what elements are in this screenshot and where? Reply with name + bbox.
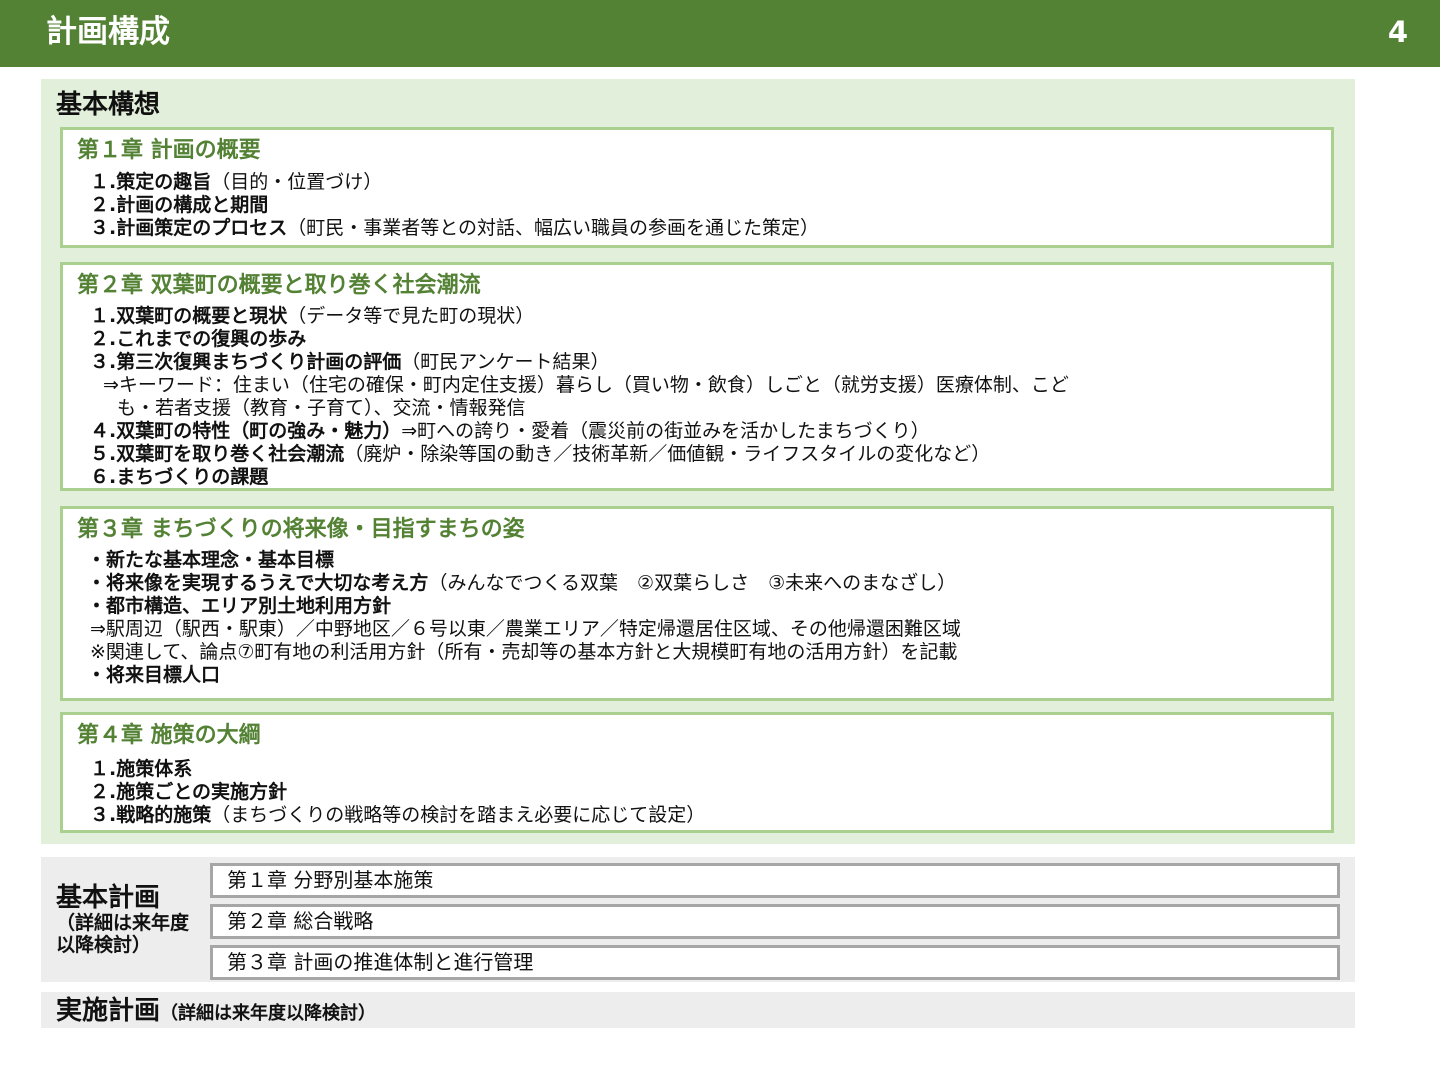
- basic-plan-chapter-1: 第１章 分野別基本施策: [210, 863, 1340, 898]
- list-item: ４.双葉町の特性（町の強み・魅力）⇒町への誇り・愛着（震災前の街並みを活かしたま…: [90, 420, 930, 442]
- chapter-4-box: 第４章 施策の大綱 １.施策体系 ２.施策ごとの実施方針 ３.戦略的施策（まちづ…: [60, 712, 1334, 833]
- list-item: １.策定の趣旨（目的・位置づけ）: [90, 171, 383, 193]
- list-item: ２.施策ごとの実施方針: [90, 781, 288, 803]
- list-item: ２.これまでの復興の歩み: [90, 328, 307, 350]
- implementation-plan-title: 実施計画（詳細は来年度以降検討）: [56, 996, 377, 1026]
- basic-plan-chapter-2: 第２章 総合戦略: [210, 904, 1340, 939]
- header-bar: 計画構成 4: [0, 0, 1440, 67]
- list-item: ２.計画の構成と期間: [90, 194, 269, 216]
- chapter-1-box: 第１章 計画の概要 １.策定の趣旨（目的・位置づけ） ２.計画の構成と期間 ３.…: [60, 127, 1334, 248]
- area-line: ⇒駅周辺（駅西・駅東）／中野地区／６号以東／農業エリア／特定帰還居住区域、その他…: [90, 618, 961, 640]
- list-item: １.施策体系: [90, 758, 193, 780]
- basic-plan-subtitle: （詳細は来年度 以降検討）: [56, 912, 190, 956]
- list-item: ３.計画策定のプロセス（町民・事業者等との対話、幅広い職員の参画を通じた策定）: [90, 217, 820, 239]
- chapter-2-title: 第２章 双葉町の概要と取り巻く社会潮流: [77, 273, 481, 298]
- basic-plan-chapter-3: 第３章 計画の推進体制と進行管理: [210, 945, 1340, 980]
- list-item: ３.第三次復興まちづくり計画の評価（町民アンケート結果）: [90, 351, 610, 373]
- basic-plan-title: 基本計画: [56, 883, 161, 913]
- list-item: ・将来像を実現するうえで大切な考え方（みんなでつくる双葉 ②双葉らしさ ③未来へ…: [87, 572, 957, 594]
- chapter-2-box: 第２章 双葉町の概要と取り巻く社会潮流 １.双葉町の概要と現状（データ等で見た町…: [60, 262, 1334, 491]
- keyword-line: ⇒キーワード：住まい（住宅の確保・町内定住支援）暮らし（買い物・飲食）しごと（就…: [103, 374, 1069, 396]
- chapter-3-title: 第３章 まちづくりの将来像・目指すまちの姿: [77, 517, 525, 542]
- basic-concept-title: 基本構想: [56, 90, 161, 120]
- chapter-4-title: 第４章 施策の大綱: [77, 723, 261, 748]
- list-item: ・将来目標人口: [87, 664, 221, 686]
- page-number: 4: [1387, 15, 1408, 49]
- chapter-3-box: 第３章 まちづくりの将来像・目指すまちの姿 ・新たな基本理念・基本目標 ・将来像…: [60, 506, 1334, 701]
- list-item: ・都市構造、エリア別土地利用方針: [87, 595, 392, 617]
- chapter-1-title: 第１章 計画の概要: [77, 138, 261, 163]
- list-item: ３.戦略的施策（まちづくりの戦略等の検討を踏まえ必要に応じて設定）: [90, 804, 706, 826]
- implementation-plan-note: （詳細は来年度以降検討）: [160, 1003, 377, 1024]
- page-title: 計画構成: [46, 14, 170, 50]
- list-item: １.双葉町の概要と現状（データ等で見た町の現状）: [90, 305, 535, 327]
- list-item: ５.双葉町を取り巻く社会潮流（廃炉・除染等国の動き／技術革新／価値観・ライフスタ…: [90, 443, 991, 465]
- list-item: ６.まちづくりの課題: [90, 466, 269, 488]
- list-item: ・新たな基本理念・基本目標: [87, 549, 335, 571]
- keyword-line-cont: も・若者支援（教育・子育て）、交流・情報発信: [117, 397, 526, 419]
- note-line: ※関連して、論点⑦町有地の利活用方針（所有・売却等の基本方針と大規模町有地の活用…: [90, 641, 958, 663]
